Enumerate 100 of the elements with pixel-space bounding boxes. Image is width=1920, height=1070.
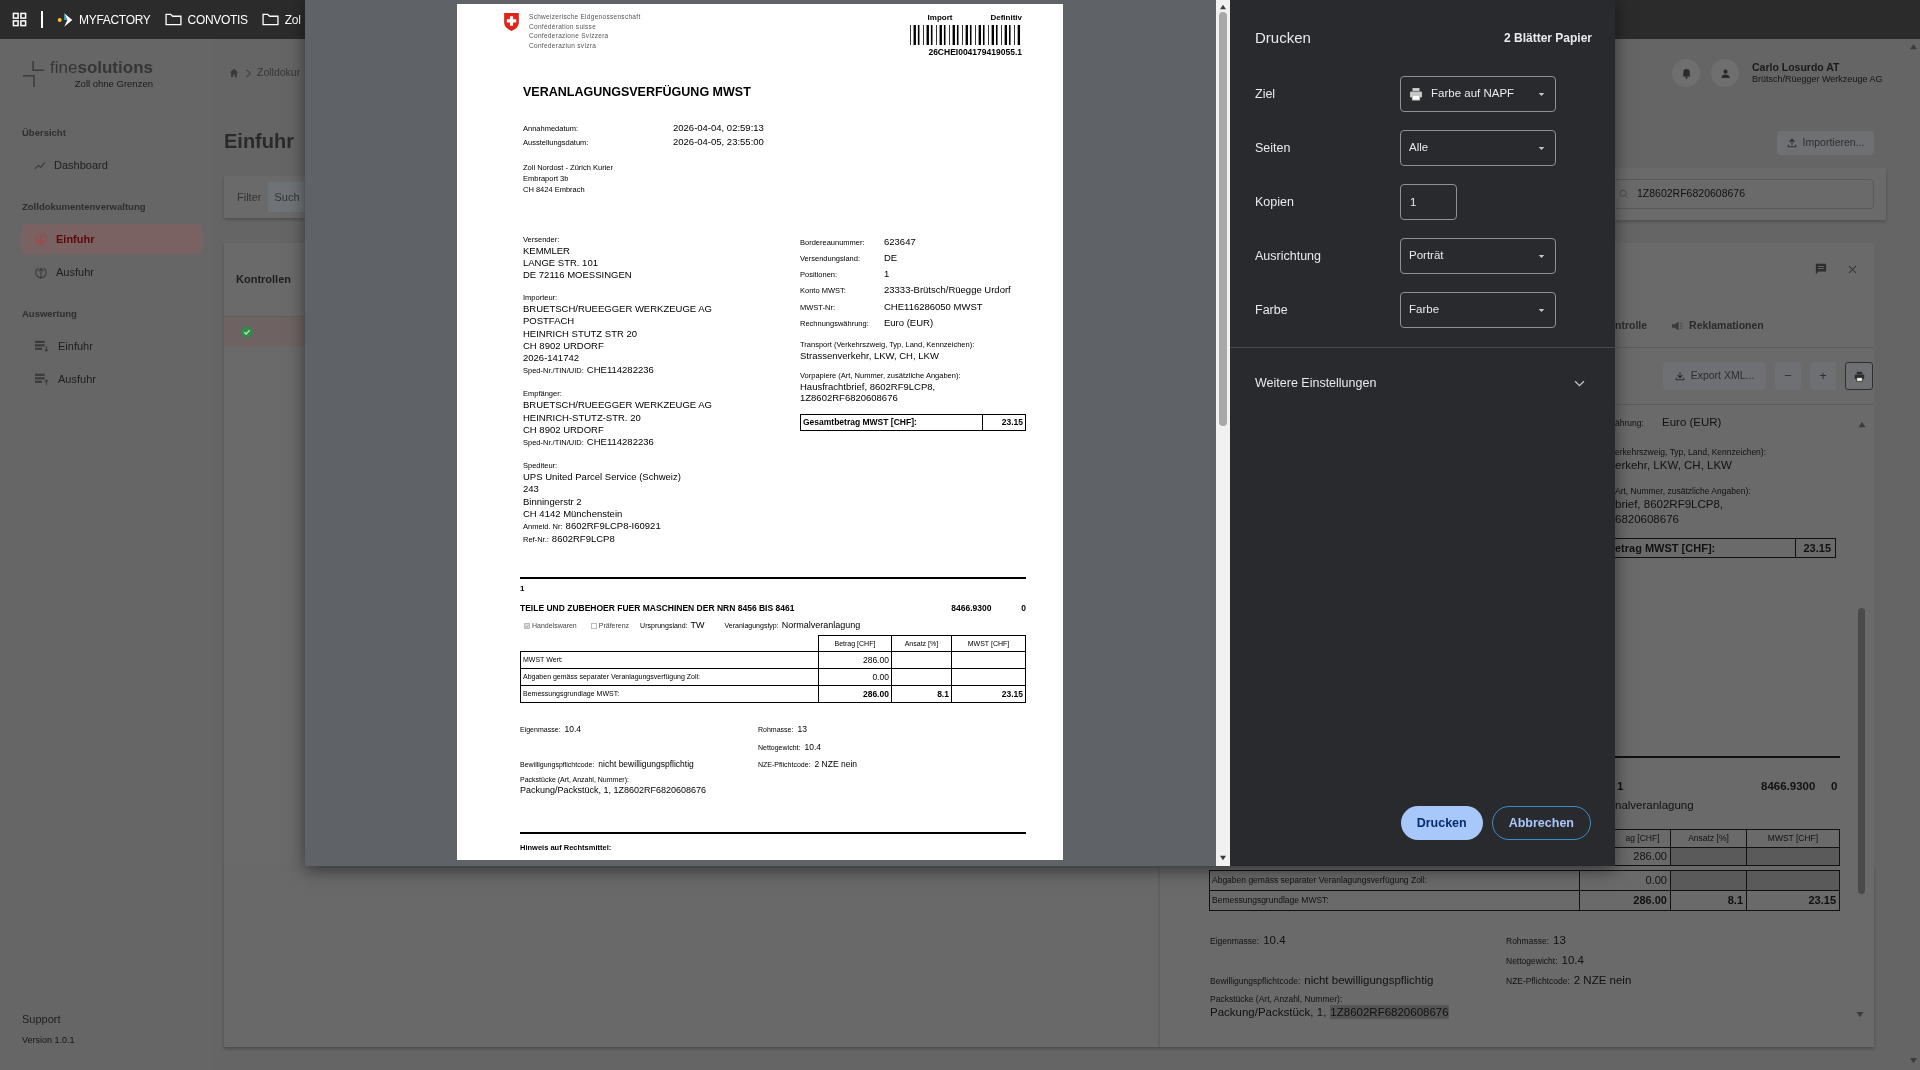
field-label: Packstücke (Art, Anzahl, Nummer): bbox=[1210, 993, 1344, 1005]
comment-icon[interactable] bbox=[1815, 263, 1827, 275]
document-value: brief, 8602RF9LCP8, bbox=[1615, 497, 1725, 512]
table-row[interactable] bbox=[224, 316, 305, 347]
document-value: 6820608676 bbox=[1615, 512, 1680, 527]
table-down-icon bbox=[34, 339, 50, 353]
document-label: erkehrszweig, Typ, Land, Kennzeichen): bbox=[1615, 446, 1768, 458]
support-link[interactable]: Support bbox=[22, 1011, 202, 1028]
address-line: BRUETSCH/RUEEGGER WERKZEUGE AG bbox=[523, 399, 713, 412]
item-value: 0 bbox=[1021, 602, 1026, 616]
field-value: 10.4 bbox=[564, 723, 581, 737]
apps-icon[interactable] bbox=[12, 12, 27, 27]
document-flow: Import bbox=[927, 12, 953, 24]
download-icon bbox=[1674, 371, 1685, 381]
item-description: TEILE UND ZUBEHOER FUER MASCHINEN DER NRN 8456 BIS 8461 bbox=[520, 602, 796, 616]
field-label: Nettogewicht: bbox=[1506, 955, 1558, 968]
field-value: 10.4 bbox=[804, 741, 821, 754]
field-value: 2026-04-04, 02:59:13 bbox=[673, 120, 765, 134]
scroll-up-icon[interactable] bbox=[1219, 4, 1227, 10]
sheet-count: 2 Blätter Papier bbox=[1503, 30, 1592, 47]
field-value: 23333-Brütsch/Rüegge Urdorf bbox=[884, 283, 1012, 298]
sidebar-item[interactable]: Einfuhr bbox=[22, 224, 202, 254]
column-header: MWST [CHF] bbox=[1746, 829, 1840, 848]
document-label: Art, Nummer, zusätzliche Angaben): bbox=[1615, 485, 1752, 497]
field-label: Ziel bbox=[1255, 85, 1277, 103]
field-label: Seiten bbox=[1255, 139, 1292, 157]
tab[interactable]: Reklamationen bbox=[1671, 317, 1764, 334]
field-value: 1 bbox=[884, 267, 891, 282]
zoom-in-button[interactable]: + bbox=[1810, 362, 1836, 390]
sidebar-item[interactable]: Ausfuhr bbox=[22, 257, 202, 287]
select-field[interactable]: Porträt bbox=[1400, 238, 1556, 274]
select-field[interactable]: Farbe auf NAPF bbox=[1400, 76, 1556, 112]
address-line: CH 8902 URDORF bbox=[523, 423, 605, 436]
home-icon[interactable] bbox=[229, 68, 239, 78]
field-label: Rohmasse: bbox=[1506, 935, 1549, 948]
workspace-link[interactable]: CONVOTIS bbox=[164, 10, 248, 29]
field-value: CHE114282236 bbox=[586, 435, 654, 449]
field-value: Normalveranlagung bbox=[781, 619, 861, 633]
field-label: Farbe bbox=[1255, 301, 1289, 319]
select-field[interactable]: Alle bbox=[1400, 130, 1556, 166]
zoom-out-button[interactable]: − bbox=[1775, 362, 1801, 390]
sidebar-item[interactable]: Ausfuhr bbox=[22, 364, 202, 394]
field-value: nicht bewilligungspflichtig bbox=[598, 758, 694, 772]
sidebar-item[interactable]: Dashboard bbox=[22, 150, 202, 180]
print-button[interactable]: Drucken bbox=[1400, 806, 1483, 840]
field-value: 1Z8602RF6820608676 bbox=[800, 392, 899, 404]
field-value: nicht bewilligungspflichtig bbox=[1304, 973, 1434, 988]
total-label: Gesamtbetrag MWST [CHF]: bbox=[802, 415, 918, 429]
field-value: 13 bbox=[797, 723, 807, 737]
field-value: 13 bbox=[1553, 933, 1566, 948]
person-icon bbox=[1719, 67, 1731, 79]
total-value: 23.15 bbox=[982, 414, 1025, 430]
profile-button[interactable] bbox=[1711, 59, 1739, 87]
table-cell: 23.15 bbox=[951, 685, 1026, 703]
collapse-icon[interactable] bbox=[1857, 421, 1867, 428]
page-title: Einfuhr bbox=[224, 129, 295, 153]
table-cell: 8.1 bbox=[891, 685, 952, 703]
print-button[interactable] bbox=[1845, 362, 1873, 390]
workspace-link[interactable]: MYFACTORY bbox=[57, 10, 151, 29]
scrollbar-thumb[interactable] bbox=[1858, 608, 1865, 894]
select-field[interactable]: Farbe bbox=[1400, 292, 1556, 328]
download-circle-icon bbox=[34, 232, 48, 246]
logo-icon bbox=[57, 12, 75, 27]
notifications-button[interactable] bbox=[1672, 59, 1700, 87]
scroll-down-icon[interactable] bbox=[1219, 855, 1227, 861]
scrollbar-thumb[interactable] bbox=[1219, 12, 1227, 426]
address-line: 243 bbox=[523, 483, 540, 496]
copies-input[interactable]: 1 bbox=[1400, 184, 1457, 220]
tab[interactable]: ntrolle bbox=[1615, 317, 1648, 334]
trend-icon bbox=[34, 160, 46, 170]
field-label: Kopien bbox=[1255, 193, 1295, 211]
table-cell: Abgaben gemäss separater Veranlagungsverfügung Zoll: bbox=[1209, 870, 1580, 891]
document-value: Euro (EUR) bbox=[1662, 415, 1722, 431]
import-button[interactable]: Importieren... bbox=[1777, 131, 1874, 155]
sidebar-item[interactable]: Einfuhr bbox=[22, 331, 202, 361]
search-field[interactable]: 1Z8602RF6820608676 bbox=[1615, 178, 1874, 209]
field-value: CHE114282236 bbox=[586, 364, 654, 377]
export-button[interactable]: Export XML... bbox=[1663, 362, 1766, 390]
barcode-number: 26CHEI004179419055.1 bbox=[928, 46, 1022, 59]
address-line: UPS United Parcel Service (Schweiz) bbox=[523, 471, 682, 484]
more-settings-toggle[interactable]: Weitere Einstellungen bbox=[1230, 348, 1615, 418]
swiss-shield-icon bbox=[503, 12, 520, 32]
filter-tab[interactable]: Such bbox=[268, 182, 305, 212]
close-icon[interactable] bbox=[1848, 264, 1857, 274]
field-value: 10.4 bbox=[1561, 953, 1584, 968]
printer-icon bbox=[1853, 370, 1865, 382]
logo-tagline: Zoll ohne Grenzen bbox=[74, 78, 153, 89]
chevron-down-icon bbox=[1574, 379, 1585, 387]
tariff-number: 8466.9300 bbox=[1761, 779, 1817, 795]
dialog-title: Drucken bbox=[1255, 27, 1311, 48]
chevron-right-icon bbox=[245, 68, 251, 78]
field-value: CHE116286050 MWST bbox=[884, 299, 984, 314]
caret-icon bbox=[1538, 307, 1545, 313]
workspace-link[interactable]: Zol bbox=[261, 10, 301, 29]
folder-icon bbox=[261, 13, 279, 26]
address-line: LANGE STR. 101 bbox=[523, 256, 599, 269]
field-value: 2 NZE nein bbox=[814, 758, 858, 772]
field-value: Packung/Packstück, 1, 1Z8602RF6820608676 bbox=[520, 784, 708, 796]
document-status: Definitiv bbox=[990, 12, 1022, 24]
search-icon bbox=[1619, 188, 1629, 199]
